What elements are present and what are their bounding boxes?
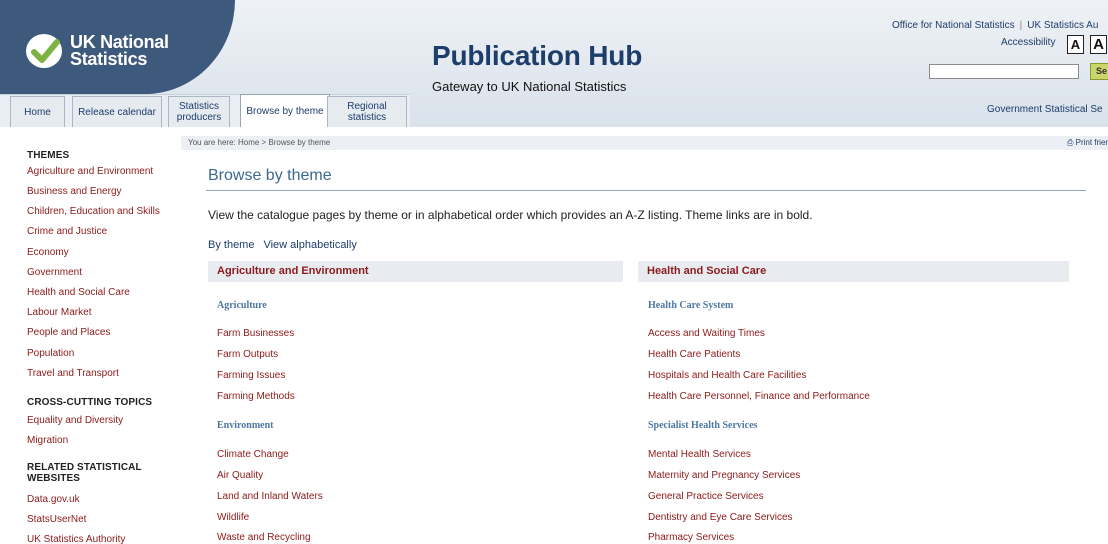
gss-link[interactable]: Government Statistical Se <box>987 104 1103 115</box>
sidebar-related-link[interactable]: StatsUserNet <box>27 514 86 525</box>
intro-text: View the catalogue pages by theme or in … <box>208 208 813 222</box>
theme-heading-health[interactable]: Health and Social Care <box>638 261 1069 282</box>
search-input[interactable] <box>929 64 1079 79</box>
theme-item-link[interactable]: Health Care Personnel, Finance and Perfo… <box>648 391 870 402</box>
theme-item-link[interactable]: Farming Methods <box>217 391 295 402</box>
subtheme-heading[interactable]: Agriculture <box>217 300 267 311</box>
theme-item-link[interactable]: Farm Outputs <box>217 349 278 360</box>
theme-item-link[interactable]: Dentistry and Eye Care Services <box>648 512 793 523</box>
sidebar-theme-link[interactable]: Children, Education and Skills <box>27 206 160 217</box>
themes-heading: THEMES <box>27 150 70 161</box>
sidebar-theme-link[interactable]: Health and Social Care <box>27 287 130 298</box>
theme-item-link[interactable]: Wildlife <box>217 512 249 523</box>
printer-icon: ⎙ <box>1067 138 1076 147</box>
subtheme-heading[interactable]: Health Care System <box>648 300 733 311</box>
related-heading: RELATED STATISTICAL WEBSITES <box>27 462 142 484</box>
view-by-theme-link[interactable]: By theme <box>208 239 254 251</box>
top-links: Office for National Statistics | UK Statis… <box>892 20 1098 31</box>
theme-item-link[interactable]: Pharmacy Services <box>648 532 734 543</box>
page-header-subtitle: Gateway to UK National Statistics <box>432 79 627 94</box>
title-divider <box>206 190 1086 191</box>
sidebar-theme-link[interactable]: Agriculture and Environment <box>27 166 153 177</box>
sidebar-theme-link[interactable]: Labour Market <box>27 307 91 318</box>
theme-item-link[interactable]: Climate Change <box>217 449 289 460</box>
page-header-title: Publication Hub <box>432 40 643 71</box>
uksa-link[interactable]: UK Statistics Au <box>1027 20 1098 31</box>
sidebar-related-link[interactable]: Data.gov.uk <box>27 494 80 505</box>
sidebar-related-link[interactable]: UK Statistics Authority <box>27 534 125 544</box>
ons-link[interactable]: Office for National Statistics <box>892 20 1015 31</box>
print-link-label: Print frien <box>1075 138 1108 147</box>
font-size-small-button[interactable]: A <box>1067 35 1084 54</box>
tab-statistics-producers[interactable]: Statistics producers <box>168 96 230 127</box>
theme-heading-agriculture[interactable]: Agriculture and Environment <box>208 261 623 282</box>
logo-text: UK National Statistics <box>70 33 169 69</box>
accessibility-link[interactable]: Accessibility <box>1001 37 1055 48</box>
theme-item-link[interactable]: Farming Issues <box>217 370 285 381</box>
logo-line-2: Statistics <box>70 49 148 69</box>
related-heading-line-2: WEBSITES <box>27 473 81 484</box>
theme-item-link[interactable]: Access and Waiting Times <box>648 328 765 339</box>
breadcrumb[interactable]: You are here: Home > Browse by theme <box>188 138 330 147</box>
theme-item-link[interactable]: Air Quality <box>217 470 263 481</box>
theme-item-link[interactable]: Farm Businesses <box>217 328 294 339</box>
tab-home[interactable]: Home <box>10 96 65 127</box>
sidebar-theme-link[interactable]: Government <box>27 267 82 278</box>
sidebar-theme-link[interactable]: Travel and Transport <box>27 368 119 379</box>
font-size-large-button[interactable]: A <box>1090 35 1107 54</box>
related-heading-line-1: RELATED STATISTICAL <box>27 462 142 473</box>
sidebar-theme-link[interactable]: People and Places <box>27 327 110 338</box>
link-separator: | <box>1019 20 1023 31</box>
tab-release-calendar[interactable]: Release calendar <box>72 96 162 127</box>
site-logo[interactable]: UK National Statistics <box>0 0 235 94</box>
sidebar-cross-link[interactable]: Migration <box>27 435 68 446</box>
theme-item-link[interactable]: General Practice Services <box>648 491 764 502</box>
sidebar-theme-link[interactable]: Population <box>27 348 74 359</box>
view-toggle: By theme View alphabetically <box>208 239 366 251</box>
sidebar-theme-link[interactable]: Business and Energy <box>27 186 122 197</box>
view-alphabetically-link[interactable]: View alphabetically <box>263 239 356 251</box>
theme-item-link[interactable]: Health Care Patients <box>648 349 740 360</box>
subtheme-heading[interactable]: Environment <box>217 420 274 431</box>
checkmark-logo-icon <box>26 34 62 68</box>
cross-cutting-heading: CROSS-CUTTING TOPICS <box>27 397 153 408</box>
tab-browse-by-theme[interactable]: Browse by theme <box>240 94 330 127</box>
theme-item-link[interactable]: Land and Inland Waters <box>217 491 323 502</box>
theme-item-link[interactable]: Mental Health Services <box>648 449 751 460</box>
search-button[interactable]: Se <box>1090 63 1108 80</box>
subtheme-heading[interactable]: Specialist Health Services <box>648 420 757 431</box>
tab-regional-statistics[interactable]: Regional statistics <box>327 96 407 127</box>
print-friendly-link[interactable]: ⎙ Print frien <box>1067 138 1108 148</box>
theme-item-link[interactable]: Maternity and Pregnancy Services <box>648 470 800 481</box>
sidebar-cross-link[interactable]: Equality and Diversity <box>27 415 123 426</box>
sidebar-theme-link[interactable]: Economy <box>27 247 69 258</box>
sidebar-theme-link[interactable]: Crime and Justice <box>27 226 107 237</box>
theme-item-link[interactable]: Waste and Recycling <box>217 532 311 543</box>
page-title: Browse by theme <box>208 167 332 184</box>
theme-item-link[interactable]: Hospitals and Health Care Facilities <box>648 370 806 381</box>
